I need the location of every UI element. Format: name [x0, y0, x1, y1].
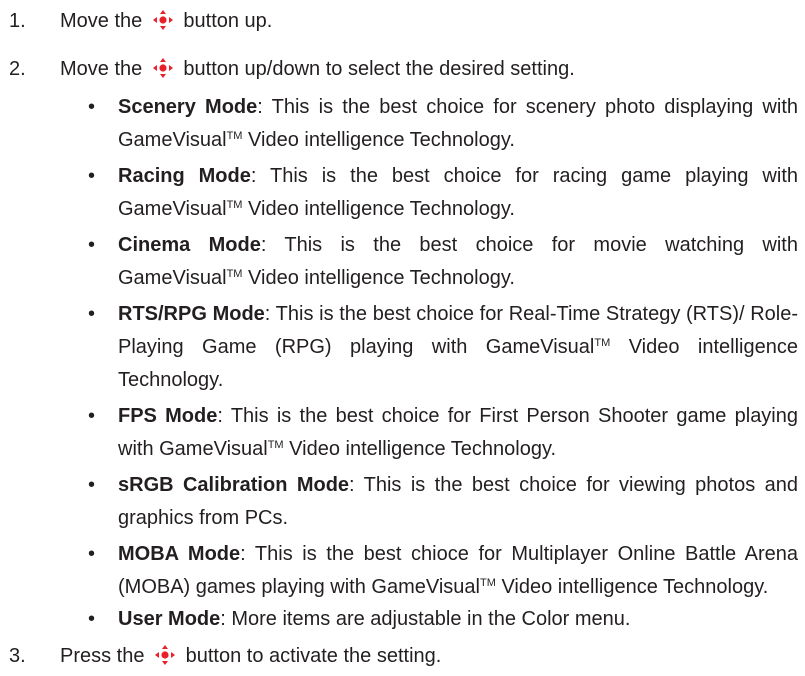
- step-number: 2.: [9, 58, 26, 80]
- step-2: 2. Move the button up/down to select the …: [9, 57, 789, 81]
- mode-item-fps: • FPS Mode: This is the best choice for F…: [88, 400, 798, 466]
- bullet-dot: •: [88, 474, 96, 496]
- manual-page: 1. Move the button up. 2. Move the button …: [0, 0, 805, 676]
- step-text-after: button up/down to select the desired set…: [183, 58, 575, 80]
- bullet-dot: •: [88, 234, 96, 256]
- mode-name: Scenery Mode: [118, 96, 258, 118]
- bullet-dot: •: [88, 303, 96, 325]
- mode-item-scenery: • Scenery Mode: This is the best choice f…: [88, 91, 798, 157]
- mode-name: sRGB Calibration Mode: [118, 474, 350, 496]
- mode-item-racing: • Racing Mode: This is the best choice fo…: [88, 160, 798, 226]
- step-text-before: Move the: [60, 58, 143, 80]
- mode-item-rts-rpg: • RTS/RPG Mode: This is the best choice f…: [88, 298, 798, 397]
- mode-name: MOBA Mode: [118, 543, 241, 565]
- bullet-dot: •: [88, 543, 96, 565]
- bullet-dot: •: [88, 405, 96, 427]
- mode-name: Racing Mode: [118, 165, 251, 187]
- mode-name: RTS/RPG Mode: [118, 303, 265, 325]
- trademark-mark: TM: [594, 337, 611, 349]
- trademark-mark: TM: [267, 439, 284, 451]
- step-number: 1.: [9, 10, 26, 32]
- step-1: 1. Move the button up.: [9, 9, 789, 33]
- mode-item-user: • User Mode: More items are adjustable in…: [88, 603, 798, 636]
- bullet-dot: •: [88, 608, 96, 630]
- step-text-before: Move the: [60, 10, 143, 32]
- mode-item-cinema: • Cinema Mode: This is the best choice fo…: [88, 229, 798, 295]
- step-text-after: button up.: [183, 10, 273, 32]
- mode-item-moba: • MOBA Mode: This is the best chioce for …: [88, 538, 798, 604]
- trademark-mark: TM: [226, 268, 243, 280]
- joystick-icon: [152, 10, 173, 30]
- trademark-mark: TM: [480, 577, 496, 589]
- step-text-before: Press the: [60, 645, 145, 667]
- step-number: 3.: [9, 645, 26, 667]
- trademark-mark: TM: [226, 199, 243, 211]
- bullet-dot: •: [88, 165, 96, 187]
- mode-name: User Mode: [118, 608, 221, 630]
- step-3: 3. Press the button to activate the setti…: [9, 644, 789, 668]
- joystick-icon: [152, 58, 173, 78]
- step-text-after: button to activate the setting.: [185, 645, 442, 667]
- joystick-icon: [155, 645, 176, 665]
- bullet-dot: •: [88, 96, 96, 118]
- trademark-mark: TM: [226, 130, 243, 142]
- mode-name: FPS Mode: [118, 405, 218, 427]
- mode-name: Cinema Mode: [118, 234, 261, 256]
- mode-item-srgb: • sRGB Calibration Mode: This is the best…: [88, 469, 798, 535]
